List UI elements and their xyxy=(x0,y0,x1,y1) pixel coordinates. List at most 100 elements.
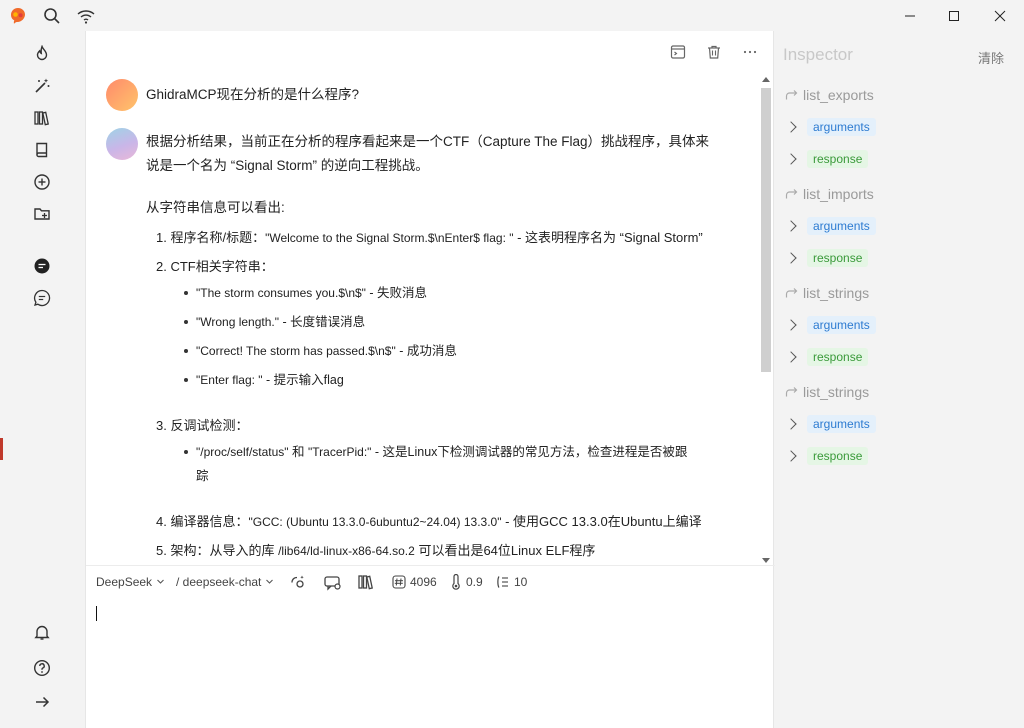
chevron-right-icon xyxy=(785,121,797,133)
prompt-settings-icon[interactable] xyxy=(289,573,307,591)
provider-select[interactable]: DeepSeek xyxy=(96,575,165,589)
model-label: / deepseek-chat xyxy=(176,574,262,589)
inspector-title: Inspector xyxy=(783,45,853,64)
bullet-item: "Enter flag: " - 提示输入flag xyxy=(184,370,344,390)
composer-toolbar: DeepSeek / deepseek-chat 4096 0.9 10 xyxy=(86,565,775,597)
item5-rest: 可以看出是64位Linux ELF程序 xyxy=(414,543,596,558)
bullet-text: 和 xyxy=(288,445,309,459)
response-row[interactable]: response xyxy=(785,447,869,465)
arguments-row[interactable]: arguments xyxy=(785,316,876,334)
terminal-icon[interactable] xyxy=(669,43,687,61)
title-bar xyxy=(0,0,1024,32)
context-count-value: 10 xyxy=(514,574,528,589)
list-item-1: 1. 程序名称/标题："Welcome to the Signal Storm.… xyxy=(156,228,703,248)
bullet-item: "The storm consumes you.$\n$" - 失败消息 xyxy=(183,283,428,303)
bullet-text: - 长度错误消息 xyxy=(279,315,366,329)
chat-toolbar xyxy=(669,43,759,61)
redo-arrow-icon xyxy=(785,387,798,397)
scroll-down-arrow-icon[interactable] xyxy=(762,558,770,563)
temperature-value: 0.9 xyxy=(466,574,483,589)
item5-label: 5. 架构：从导入的库 xyxy=(156,543,279,558)
arguments-row[interactable]: arguments xyxy=(785,415,876,433)
bullet-continuation: 踪 xyxy=(196,469,209,483)
add-folder-icon[interactable] xyxy=(30,202,54,226)
list-item-3: 3. 反调试检测： xyxy=(156,418,249,433)
chat-panel: GhidraMCP现在分析的是什么程序? 根据分析结果，当前正在分析的程序看起来… xyxy=(85,31,775,728)
bullet-code: "Wrong length." xyxy=(196,315,280,329)
temperature-setting[interactable]: 0.9 xyxy=(450,573,483,590)
add-circle-icon[interactable] xyxy=(30,170,54,194)
bell-icon[interactable] xyxy=(30,620,54,644)
model-select[interactable]: / deepseek-chat xyxy=(176,575,274,589)
app-logo-icon xyxy=(8,6,28,26)
minimize-icon xyxy=(905,15,915,17)
wifi-icon[interactable] xyxy=(76,6,96,26)
tool-call-name: list_imports xyxy=(785,186,874,202)
more-icon[interactable] xyxy=(741,43,759,61)
item1-label: 1. 程序名称/标题： xyxy=(156,230,266,245)
chevron-right-icon xyxy=(785,153,797,165)
chevron-right-icon xyxy=(785,220,797,232)
assistant-details: 从字符串信息可以看出: 1. 程序名称/标题："Welcome to the S… xyxy=(86,71,758,565)
mcp-tools-icon[interactable] xyxy=(323,573,343,591)
chat-outline-icon[interactable] xyxy=(30,286,54,310)
close-icon xyxy=(994,10,1006,22)
scroll-thumb[interactable] xyxy=(761,88,771,372)
bullet-text: - 失败消息 xyxy=(365,286,428,300)
response-row[interactable]: response xyxy=(785,249,869,267)
max-tokens-setting[interactable]: 4096 xyxy=(392,575,437,589)
hash-icon xyxy=(392,574,406,589)
minimize-button[interactable] xyxy=(887,0,933,32)
item5-code: /lib64/ld-linux-x86-64.so.2 xyxy=(278,544,415,558)
maximize-icon xyxy=(949,11,959,21)
list-item-2: 2. CTF相关字符串： xyxy=(156,259,274,274)
tool-name-label: list_imports xyxy=(803,186,874,202)
response-tag: response xyxy=(807,447,869,465)
bullet-code: "Correct! The storm has passed.$\n$" xyxy=(196,344,396,358)
bookmark-book-icon[interactable] xyxy=(30,138,54,162)
help-icon[interactable] xyxy=(30,656,54,680)
clear-button[interactable]: 清除 xyxy=(978,48,1004,67)
message-input[interactable] xyxy=(86,598,775,728)
bullet-code: "/proc/self/status" xyxy=(196,445,289,459)
chat-messages: GhidraMCP现在分析的是什么程序? 根据分析结果，当前正在分析的程序看起来… xyxy=(86,71,758,565)
tool-call-name: list_exports xyxy=(785,87,874,103)
bullet-text: - 提示输入flag xyxy=(262,373,344,387)
section-heading: 从字符串信息可以看出: xyxy=(146,200,285,215)
library-icon[interactable] xyxy=(30,106,54,130)
bullet-item: "/proc/self/status" 和 "TracerPid:" - 这是L… xyxy=(183,442,687,462)
bullet-code: "The storm consumes you.$\n$" xyxy=(196,286,366,300)
chat-scrollbar[interactable] xyxy=(759,74,773,566)
tool-name-label: list_strings xyxy=(803,384,870,400)
bullet-text: - 成功消息 xyxy=(395,344,457,358)
redo-arrow-icon xyxy=(785,288,798,298)
chevron-right-icon xyxy=(785,252,797,264)
response-row[interactable]: response xyxy=(785,150,869,168)
magic-wand-icon[interactable] xyxy=(30,74,54,98)
tool-call-name: list_strings xyxy=(785,384,869,400)
chevron-down-icon xyxy=(266,579,274,584)
scroll-up-arrow-icon[interactable] xyxy=(762,77,770,82)
context-count-setting[interactable]: 10 xyxy=(496,574,527,590)
trash-icon[interactable] xyxy=(705,43,723,61)
left-rail xyxy=(0,32,84,728)
expand-arrow-icon[interactable] xyxy=(30,690,54,714)
arguments-row[interactable]: arguments xyxy=(785,118,876,136)
search-icon[interactable] xyxy=(42,6,62,26)
bullet-item: "Wrong length." - 长度错误消息 xyxy=(183,312,366,332)
response-tag: response xyxy=(807,150,869,168)
tool-call-name: list_strings xyxy=(785,285,869,301)
tool-name-label: list_exports xyxy=(803,87,874,103)
chat-filled-icon[interactable] xyxy=(30,254,54,278)
response-row[interactable]: response xyxy=(785,348,869,366)
maximize-button[interactable] xyxy=(931,0,977,32)
response-tag: response xyxy=(807,348,869,366)
knowledge-library-icon[interactable] xyxy=(357,573,375,591)
arguments-tag: arguments xyxy=(807,415,876,433)
chevron-right-icon xyxy=(785,351,797,363)
chevron-right-icon xyxy=(785,319,797,331)
fire-icon[interactable] xyxy=(30,42,54,66)
redo-arrow-icon xyxy=(785,189,798,199)
close-button[interactable] xyxy=(977,0,1023,32)
arguments-row[interactable]: arguments xyxy=(785,217,876,235)
